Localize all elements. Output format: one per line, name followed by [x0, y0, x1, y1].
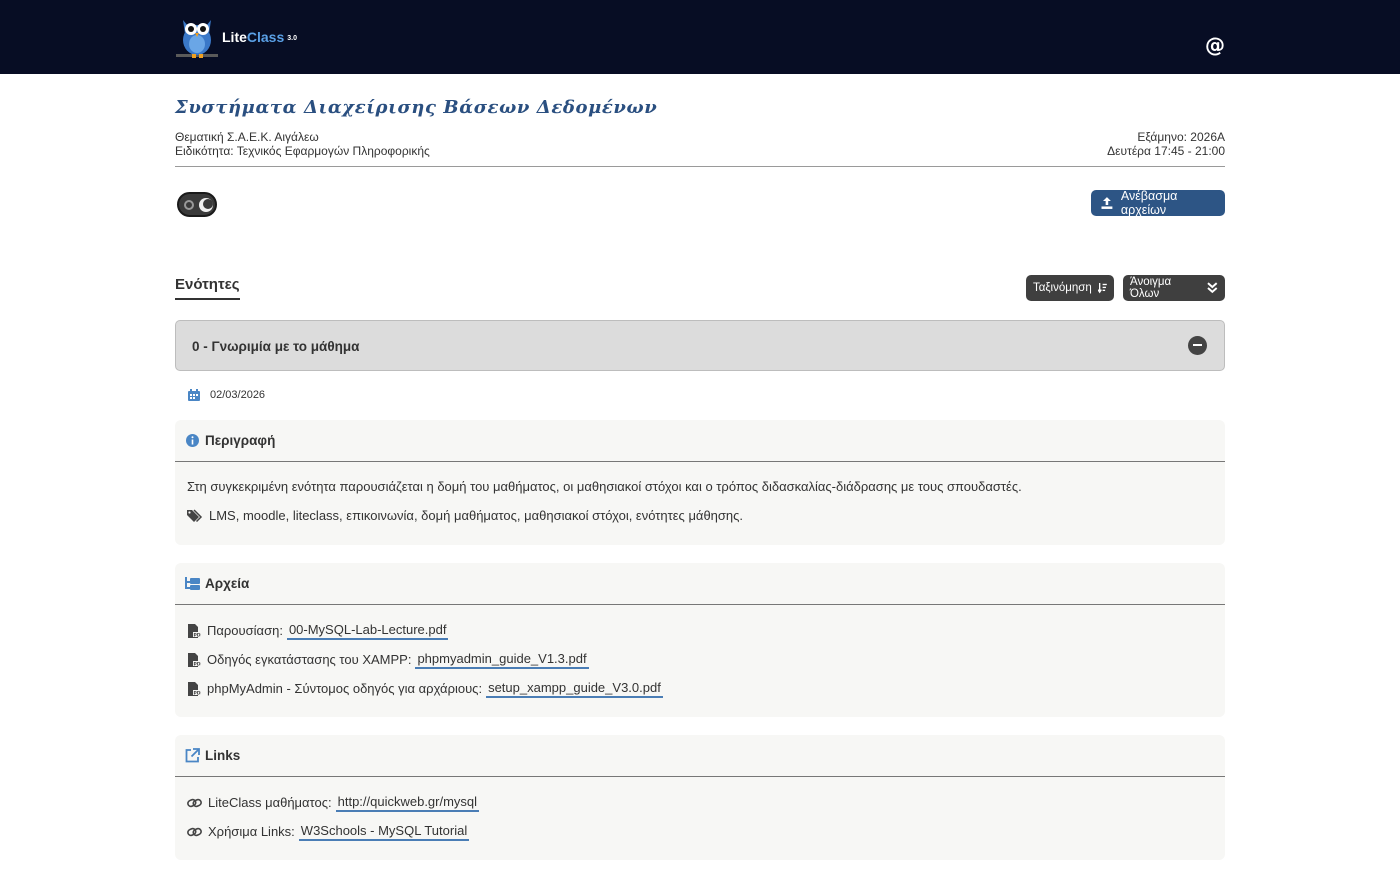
sort-icon: [1097, 282, 1107, 294]
contact-at-icon[interactable]: @: [1205, 35, 1225, 55]
sort-label: Ταξινόμηση: [1033, 282, 1092, 294]
files-list: PDF Παρουσίαση: 00-MySQL-Lab-Lecture.pdf…: [175, 605, 1225, 703]
link-row: LiteClass μαθήματος: http://quickweb.gr/…: [187, 788, 1213, 817]
link-row: Χρήσιμα Links: W3Schools - MySQL Tutoria…: [187, 817, 1213, 846]
file-label: Οδηγός εγκατάστασης του XAMPP:: [207, 652, 412, 667]
links-list: LiteClass μαθήματος: http://quickweb.gr/…: [175, 777, 1225, 846]
file-row: PDF phpMyAdmin - Σύντομος οδηγός για αρχ…: [187, 674, 1213, 703]
section-date-text: 02/03/2026: [210, 389, 266, 401]
brand-name: LiteClass 3.0: [222, 29, 297, 45]
sort-button[interactable]: Ταξινόμηση: [1026, 275, 1114, 301]
link-label: Χρήσιμα Links:: [208, 824, 295, 839]
brand-lite: Lite: [222, 29, 247, 45]
external-link-icon: [185, 748, 200, 763]
links-header: Links: [175, 735, 1225, 777]
collapse-minus-icon[interactable]: [1188, 336, 1207, 355]
course-title: Συστήματα Διαχείρισης Βάσεων Δεδομένων: [175, 97, 658, 118]
upload-files-button[interactable]: Ανέβασμα αρχείων: [1091, 189, 1225, 217]
upload-files-label: Ανέβασμα αρχείων: [1120, 189, 1178, 217]
open-all-label: Άνοιγμα Όλων: [1130, 276, 1172, 300]
files-header: Αρχεία: [175, 563, 1225, 605]
files-card: Αρχεία PDF Παρουσίαση: 00-MySQL-Lab-Lect…: [175, 563, 1225, 717]
tags-text: LMS, moodle, liteclass, επικοινωνία, δομ…: [209, 508, 744, 523]
link-chain-icon: [187, 798, 202, 807]
upload-icon: [1101, 197, 1113, 209]
description-text: Στη συγκεκριμένη ενότητα παρουσιάζεται η…: [187, 479, 1022, 494]
calendar-icon: [188, 389, 200, 401]
top-bar: LiteClass 3.0 @: [0, 0, 1400, 74]
course-meta-right: Εξάμηνο: 2026Α Δευτέρα 17:45 - 21:00: [1107, 130, 1225, 158]
link-chain-icon: [187, 827, 202, 836]
file-row: PDF Παρουσίαση: 00-MySQL-Lab-Lecture.pdf: [187, 616, 1213, 645]
course-schedule: Δευτέρα 17:45 - 21:00: [1107, 143, 1225, 158]
link-url[interactable]: W3Schools - MySQL Tutorial: [298, 823, 470, 841]
links-title: Links: [205, 748, 241, 763]
svg-text:PDF: PDF: [194, 632, 202, 638]
description-header: Περιγραφή: [175, 420, 1225, 462]
section-accordion[interactable]: 0 - Γνωριμία με το μάθημα: [175, 320, 1225, 371]
info-icon: [186, 434, 199, 447]
description-title: Περιγραφή: [205, 433, 276, 448]
double-chevron-down-icon: [1207, 282, 1218, 294]
course-meta-left: Θεματική Σ.Α.Ε.Κ. Αιγάλεω Ειδικότητα: Τε…: [175, 130, 430, 158]
dark-mode-toggle[interactable]: [177, 192, 217, 217]
brand-version: 3.0: [287, 34, 297, 42]
open-all-button[interactable]: Άνοιγμα Όλων: [1123, 275, 1225, 301]
file-label: phpMyAdmin - Σύντομος οδηγός για αρχάριο…: [207, 681, 483, 696]
svg-text:PDF: PDF: [194, 690, 202, 696]
description-body: Στη συγκεκριμένη ενότητα παρουσιάζεται η…: [175, 472, 1225, 530]
pdf-file-icon: PDF: [188, 623, 202, 638]
course-thematic: Θεματική Σ.Α.Ε.Κ. Αιγάλεω: [175, 130, 319, 144]
link-url[interactable]: http://quickweb.gr/mysql: [335, 794, 480, 812]
link-label: LiteClass μαθήματος:: [208, 795, 332, 810]
moon-icon: [199, 198, 213, 212]
toggle-knob: [184, 200, 194, 210]
file-row: PDF Οδηγός εγκατάστασης του XAMPP: phpmy…: [187, 645, 1213, 674]
sections-title: Ενότητες: [175, 276, 240, 300]
description-text-row: Στη συγκεκριμένη ενότητα παρουσιάζεται η…: [187, 472, 1213, 501]
course-specialty: Ειδικότητα: Τεχνικός Εφαρμογών Πληροφορι…: [175, 143, 430, 158]
file-link[interactable]: phpmyadmin_guide_V1.3.pdf: [415, 651, 589, 669]
svg-text:PDF: PDF: [194, 661, 202, 667]
course-semester: Εξάμηνο: 2026Α: [1137, 130, 1225, 144]
links-card: Links LiteClass μαθήματος: http://quickw…: [175, 735, 1225, 860]
pdf-file-icon: PDF: [188, 652, 202, 667]
file-label: Παρουσίαση:: [207, 623, 283, 638]
description-card: Περιγραφή Στη συγκεκριμένη ενότητα παρου…: [175, 420, 1225, 545]
section-label: 0 - Γνωριμία με το μάθημα: [192, 339, 360, 354]
pdf-file-icon: PDF: [188, 681, 202, 696]
file-link[interactable]: 00-MySQL-Lab-Lecture.pdf: [286, 622, 449, 640]
header-divider: [175, 166, 1225, 167]
files-title: Αρχεία: [205, 576, 250, 591]
folder-tree-icon: [185, 577, 200, 590]
liteclass-logo[interactable]: LiteClass 3.0: [174, 10, 297, 62]
tags-row: LMS, moodle, liteclass, επικοινωνία, δομ…: [187, 501, 1213, 530]
section-date: 02/03/2026: [188, 389, 265, 401]
owl-logo-icon: [176, 20, 218, 58]
brand-class: Class: [246, 29, 285, 45]
tags-icon: [187, 508, 203, 522]
file-link[interactable]: setup_xampp_guide_V3.0.pdf: [486, 680, 663, 698]
